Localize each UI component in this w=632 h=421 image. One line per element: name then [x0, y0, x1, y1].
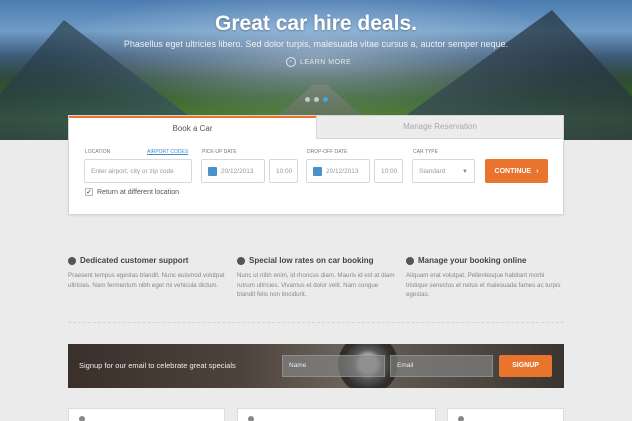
location-label: LOCATION [85, 149, 111, 155]
name-placeholder: Name [289, 362, 307, 369]
dropoff-date-value: 20/12/2013 [326, 167, 359, 175]
dropoff-date-input[interactable]: 20/12/2013 [306, 159, 370, 183]
card [68, 408, 225, 421]
slider-dots [305, 97, 328, 102]
pickup-date-label: PICK-UP DATE [202, 149, 237, 155]
booking-panel: Book a Car Manage Reservation LOCATION A… [68, 115, 564, 215]
tab-manage-reservation[interactable]: Manage Reservation [316, 116, 563, 139]
learn-more-label: LEARN MORE [300, 58, 352, 66]
chevron-right-icon: › [536, 167, 539, 175]
calendar-icon [208, 166, 217, 176]
checkbox-checked-icon[interactable]: ✓ [85, 188, 93, 196]
card-icon [248, 416, 254, 421]
slider-dot[interactable] [314, 97, 319, 102]
feature-manage-booking: Manage your booking online Aliquam erat … [406, 256, 566, 300]
pickup-time-value: 10:00 [276, 167, 293, 175]
car-type-value: Standard [419, 167, 446, 175]
slider-dot[interactable] [305, 97, 310, 102]
card-icon [79, 416, 85, 421]
continue-button[interactable]: CONTINUE › [485, 159, 548, 183]
feature-low-rates: Special low rates on car booking Nunc ut… [237, 256, 397, 300]
edit-icon [406, 256, 414, 265]
location-placeholder: Enter airport, city or zip code [91, 167, 174, 175]
airport-codes-link[interactable]: AIRPORT CODES [147, 149, 188, 155]
chevron-right-circle-icon: › [286, 57, 296, 67]
feature-title: Manage your booking online [418, 256, 527, 265]
booking-tabs: Book a Car Manage Reservation [69, 116, 563, 139]
learn-more-link[interactable]: › LEARN MORE [286, 57, 351, 67]
pickup-date-value: 20/12/2013 [221, 167, 254, 175]
name-input[interactable]: Name [282, 355, 385, 377]
hero-title: Great car hire deals. [215, 12, 417, 35]
signup-button[interactable]: SIGNUP [499, 355, 552, 377]
signup-text: Signup for our email to celebrate great … [79, 361, 236, 370]
dropoff-date-label: DROP-OFF DATE [307, 149, 348, 155]
card-icon [458, 416, 464, 421]
feature-text: Nunc ut nibh enim, id rhoncus diam. Maur… [237, 272, 395, 298]
email-placeholder: Email [397, 362, 414, 369]
return-different-label: Return at different location [97, 188, 179, 196]
email-input[interactable]: Email [390, 355, 493, 377]
tab-book-a-car[interactable]: Book a Car [69, 116, 316, 139]
support-icon [68, 256, 76, 265]
return-different-location[interactable]: ✓ Return at different location [85, 188, 179, 196]
feature-text: Praesent tempus egestas blandit. Nunc eu… [68, 272, 225, 289]
location-input[interactable]: Enter airport, city or zip code [84, 159, 192, 183]
continue-label: CONTINUE [494, 167, 532, 175]
caret-down-icon: ▼ [462, 169, 468, 175]
section-divider [68, 322, 564, 323]
dropoff-time-input[interactable]: 10:00 [374, 159, 403, 183]
feature-text: Aliquam erat volutpat. Pellentesque habi… [406, 272, 561, 298]
hero-subtitle: Phasellus eget ultricies libero. Sed dol… [123, 39, 509, 49]
feature-title: Special low rates on car booking [249, 256, 374, 265]
booking-form: LOCATION AIRPORT CODES Enter airport, ci… [69, 139, 563, 215]
feature-heading: Dedicated customer support [68, 256, 228, 265]
card [447, 408, 564, 421]
car-type-select[interactable]: Standard ▼ [412, 159, 475, 183]
card [237, 408, 436, 421]
feature-title: Dedicated customer support [80, 256, 189, 265]
pickup-time-input[interactable]: 10:00 [269, 159, 298, 183]
pickup-date-input[interactable]: 20/12/2013 [201, 159, 265, 183]
dropoff-time-value: 10:00 [381, 167, 398, 175]
feature-heading: Special low rates on car booking [237, 256, 397, 265]
tag-icon [237, 256, 245, 265]
calendar-icon [313, 166, 322, 176]
slider-dot-active[interactable] [323, 97, 328, 102]
feature-support: Dedicated customer support Praesent temp… [68, 256, 228, 290]
car-type-label: CAR TYPE [413, 149, 438, 155]
newsletter-signup: Signup for our email to celebrate great … [68, 344, 564, 388]
feature-heading: Manage your booking online [406, 256, 566, 265]
